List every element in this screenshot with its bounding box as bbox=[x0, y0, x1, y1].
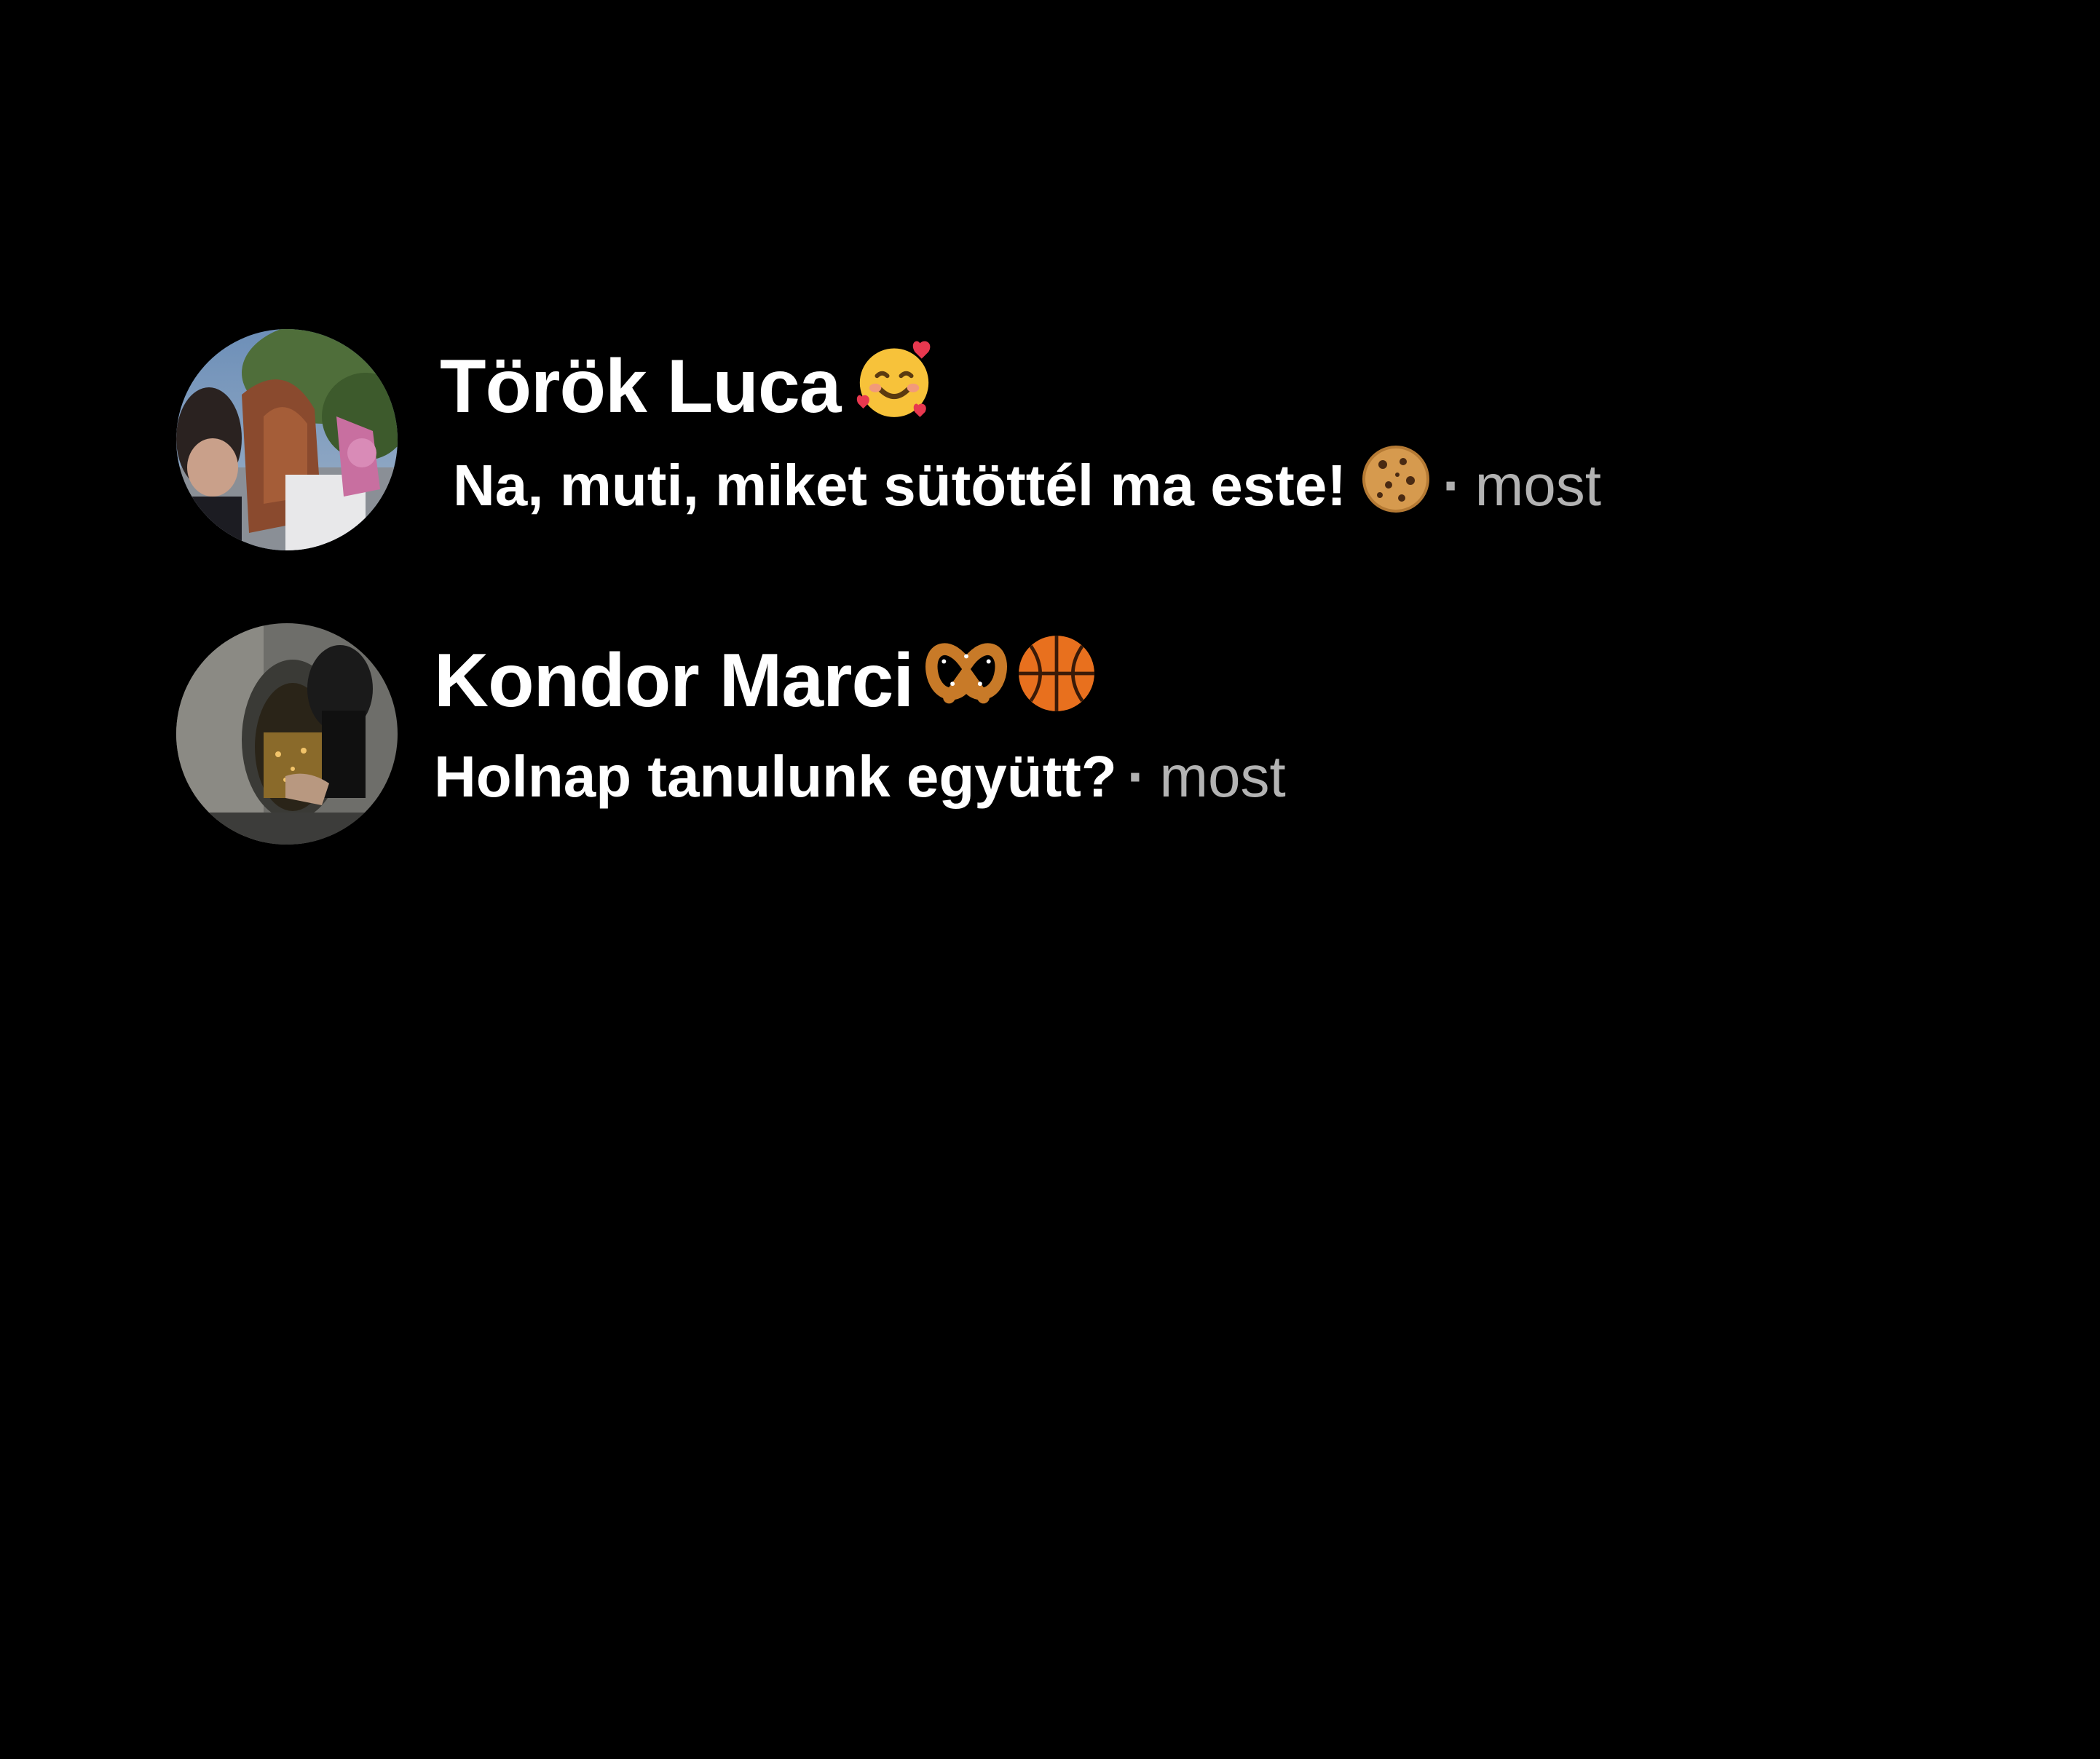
avatar-photo bbox=[176, 329, 398, 550]
message-time: most bbox=[1475, 453, 1601, 518]
chat-row[interactable]: Kondor Marci Holnap tanulunk együtt? · m… bbox=[0, 620, 2100, 853]
message-preview: Holnap tanulunk együtt? · most bbox=[434, 737, 1286, 817]
smiling-face-with-hearts-icon bbox=[851, 336, 937, 422]
chat-name: Török Luca bbox=[440, 336, 937, 434]
chat-row[interactable]: Török Luca Na, muti, miket sütöttél ma e… bbox=[0, 326, 2100, 559]
avatar[interactable] bbox=[176, 329, 398, 550]
avatar[interactable] bbox=[176, 623, 398, 845]
last-message: Holnap tanulunk együtt? bbox=[434, 744, 1117, 809]
pretzel-icon bbox=[923, 631, 1009, 716]
basketball-icon bbox=[1014, 631, 1100, 716]
contact-name: Kondor Marci bbox=[434, 639, 914, 723]
message-time: most bbox=[1159, 744, 1286, 809]
separator-dot: · bbox=[1126, 744, 1147, 809]
last-message: Na, muti, miket sütöttél ma este! bbox=[453, 453, 1346, 518]
cookie-icon bbox=[1359, 443, 1432, 515]
chat-list: Török Luca Na, muti, miket sütöttél ma e… bbox=[0, 0, 2100, 1759]
separator-dot: · bbox=[1442, 453, 1462, 518]
contact-name: Török Luca bbox=[440, 344, 842, 429]
chat-name: Kondor Marci bbox=[434, 631, 1100, 728]
avatar-photo bbox=[176, 623, 398, 845]
message-preview: Na, muti, miket sütöttél ma este! · most bbox=[453, 443, 1601, 526]
